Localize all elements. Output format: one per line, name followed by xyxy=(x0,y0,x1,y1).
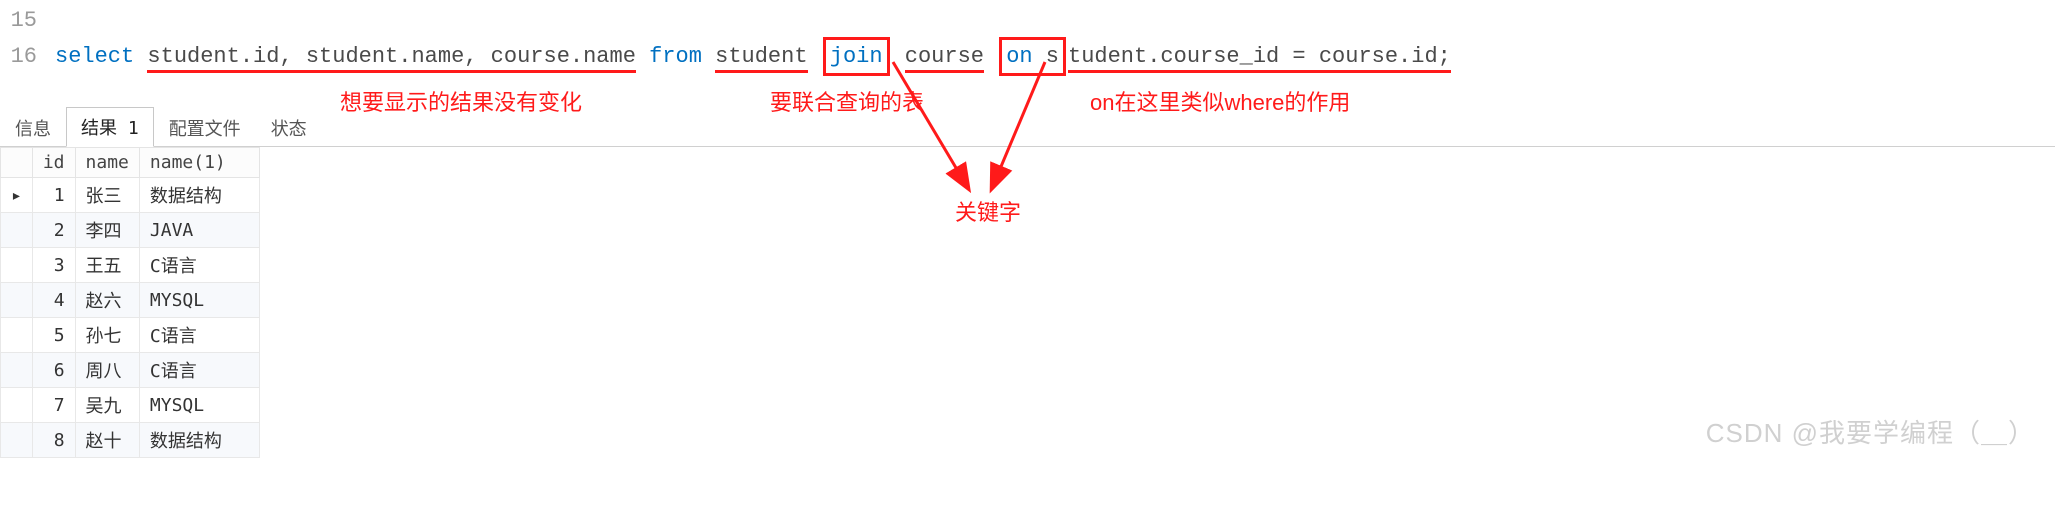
cell-id[interactable]: 1 xyxy=(32,178,75,213)
cell-id[interactable]: 3 xyxy=(32,248,75,283)
header-name[interactable]: name xyxy=(75,148,139,178)
cell-id[interactable]: 8 xyxy=(32,423,75,458)
table-row[interactable]: ▸1张三数据结构 xyxy=(1,178,260,213)
cell-name1[interactable]: C语言 xyxy=(139,353,259,388)
boxed-on: on s xyxy=(999,37,1066,76)
row-marker xyxy=(1,353,33,388)
cell-name[interactable]: 赵六 xyxy=(75,283,139,318)
table-row[interactable]: 8赵十数据结构 xyxy=(1,423,260,458)
cell-name[interactable]: 王五 xyxy=(75,248,139,283)
boxed-join: join xyxy=(823,37,890,76)
tab-status[interactable]: 状态 xyxy=(256,108,322,147)
row-marker: ▸ xyxy=(1,178,33,213)
cell-name1[interactable]: MYSQL xyxy=(139,388,259,423)
cell-name[interactable]: 李四 xyxy=(75,213,139,248)
row-marker xyxy=(1,213,33,248)
table-row[interactable]: 7吴九MYSQL xyxy=(1,388,260,423)
code-line-15: 15 xyxy=(0,4,2055,37)
cell-name1[interactable]: C语言 xyxy=(139,318,259,353)
row-marker xyxy=(1,283,33,318)
cell-id[interactable]: 5 xyxy=(32,318,75,353)
table-student: student xyxy=(715,44,807,69)
keyword-select: select xyxy=(55,44,134,69)
code-content[interactable]: select student.id, student.name, course.… xyxy=(55,37,1451,76)
tab-info[interactable]: 信息 xyxy=(0,108,66,147)
table-row[interactable]: 6周八C语言 xyxy=(1,353,260,388)
annotation-keywords: 关键字 xyxy=(955,195,1021,227)
keyword-from: from xyxy=(649,44,702,69)
cell-name1[interactable]: 数据结构 xyxy=(139,178,259,213)
cell-id[interactable]: 6 xyxy=(32,353,75,388)
cell-name[interactable]: 周八 xyxy=(75,353,139,388)
results-table[interactable]: id name name(1) ▸1张三数据结构2李四JAVA3王五C语言4赵六… xyxy=(0,147,260,458)
table-row[interactable]: 3王五C语言 xyxy=(1,248,260,283)
line-number: 16 xyxy=(0,40,55,73)
cell-name1[interactable]: JAVA xyxy=(139,213,259,248)
cell-id[interactable]: 4 xyxy=(32,283,75,318)
row-marker xyxy=(1,318,33,353)
results-tabs: 信息 结果 1 配置文件 状态 xyxy=(0,106,2055,147)
tab-profile[interactable]: 配置文件 xyxy=(154,108,256,147)
watermark: CSDN @我要学编程（＿） xyxy=(1706,413,2035,450)
cell-name1[interactable]: C语言 xyxy=(139,248,259,283)
code-line-16: 16 select student.id, student.name, cour… xyxy=(0,37,2055,76)
cell-name1[interactable]: 数据结构 xyxy=(139,423,259,458)
cell-id[interactable]: 2 xyxy=(32,213,75,248)
row-marker xyxy=(1,248,33,283)
cond-prefix: s xyxy=(1046,44,1059,69)
row-marker xyxy=(1,423,33,458)
join-condition: tudent.course_id = course.id; xyxy=(1068,44,1451,69)
keyword-join: join xyxy=(830,44,883,69)
cell-name[interactable]: 孙七 xyxy=(75,318,139,353)
cell-name[interactable]: 张三 xyxy=(75,178,139,213)
code-editor: 15 16 select student.id, student.name, c… xyxy=(0,0,2055,80)
cell-name1[interactable]: MYSQL xyxy=(139,283,259,318)
cell-id[interactable]: 7 xyxy=(32,388,75,423)
tab-result1[interactable]: 结果 1 xyxy=(66,107,154,147)
select-columns: student.id, student.name, course.name xyxy=(147,44,635,69)
table-row[interactable]: 2李四JAVA xyxy=(1,213,260,248)
line-number: 15 xyxy=(0,4,55,37)
table-course: course xyxy=(905,44,984,69)
header-id[interactable]: id xyxy=(32,148,75,178)
table-header-row: id name name(1) xyxy=(1,148,260,178)
header-marker xyxy=(1,148,33,178)
table-row[interactable]: 5孙七C语言 xyxy=(1,318,260,353)
keyword-on: on xyxy=(1006,44,1032,69)
header-name1[interactable]: name(1) xyxy=(139,148,259,178)
cell-name[interactable]: 吴九 xyxy=(75,388,139,423)
table-row[interactable]: 4赵六MYSQL xyxy=(1,283,260,318)
cell-name[interactable]: 赵十 xyxy=(75,423,139,458)
row-marker xyxy=(1,388,33,423)
